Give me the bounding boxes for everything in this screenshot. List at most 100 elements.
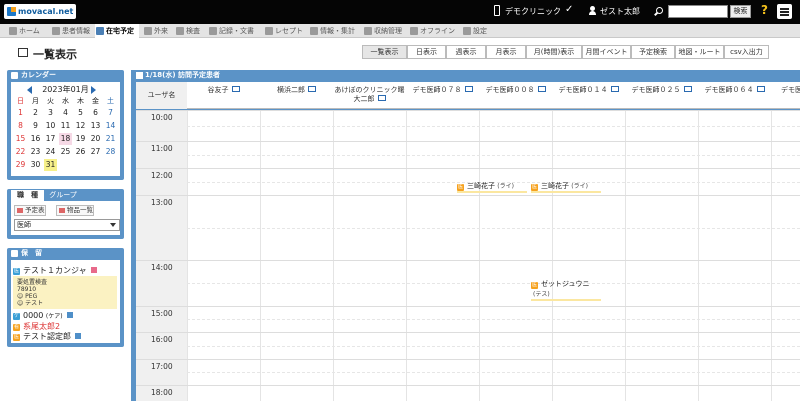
tab-month-events[interactable]: 月間イベント bbox=[582, 45, 631, 59]
calendar-day[interactable]: 2 bbox=[29, 107, 42, 119]
schedule-button[interactable]: 予定表 bbox=[14, 205, 46, 216]
calendar-day[interactable]: 10 bbox=[44, 120, 57, 132]
calendar-day[interactable]: 17 bbox=[44, 133, 57, 145]
items-icon bbox=[59, 208, 65, 213]
calendar-day[interactable]: 14 bbox=[104, 120, 117, 132]
calendar-day[interactable]: 25 bbox=[59, 146, 72, 158]
hold-header: 保 留 bbox=[7, 248, 124, 259]
next-month-icon[interactable] bbox=[91, 86, 96, 94]
doctor-column-header[interactable]: あけぼのクリニック曙 大二郎 bbox=[333, 82, 406, 109]
calendar-day[interactable]: 27 bbox=[89, 146, 102, 158]
nav-receipt[interactable]: レセプト bbox=[264, 24, 303, 38]
tab-day[interactable]: 日表示 bbox=[407, 45, 446, 59]
search-button[interactable]: 検索 bbox=[730, 5, 751, 18]
schedule-icon bbox=[17, 208, 23, 213]
nav-offline[interactable]: オフライン bbox=[409, 24, 455, 38]
doctor-column-header[interactable]: デモ医師００８ bbox=[479, 82, 552, 109]
nav-patient[interactable]: 患者情報 bbox=[51, 24, 90, 38]
nav-stats[interactable]: 情報・集計 bbox=[309, 24, 355, 38]
calendar-day[interactable]: 1 bbox=[14, 107, 27, 119]
tab-schedule-search[interactable]: 予定検索 bbox=[631, 45, 675, 59]
calendar-icon[interactable] bbox=[464, 86, 473, 92]
doctor-column-header[interactable]: 谷友子 bbox=[187, 82, 260, 109]
calendar-day[interactable]: 28 bbox=[104, 146, 117, 158]
tab-month-time[interactable]: 月(時間)表示 bbox=[526, 45, 582, 59]
checkmark-icon[interactable]: ✓ bbox=[565, 4, 573, 15]
calendar-icon[interactable] bbox=[683, 86, 692, 92]
tab-week[interactable]: 週表示 bbox=[446, 45, 486, 59]
help-icon[interactable]: ? bbox=[761, 3, 768, 17]
calendar-day[interactable]: 19 bbox=[74, 133, 87, 145]
logo[interactable]: movacal.net bbox=[4, 4, 76, 19]
calendar-day[interactable]: 4 bbox=[59, 107, 72, 119]
logo-icon bbox=[7, 7, 16, 16]
nav-home[interactable]: ホーム bbox=[8, 24, 40, 38]
tab-job[interactable]: 職 種 bbox=[11, 190, 44, 201]
tab-group[interactable]: グループ bbox=[45, 190, 81, 201]
calendar-day[interactable]: 11 bbox=[59, 120, 72, 132]
hold-item[interactable]: 医テスト認定郎 bbox=[13, 331, 81, 342]
calendar-icon[interactable] bbox=[231, 86, 240, 92]
nav-payment[interactable]: 収納管理 bbox=[363, 24, 402, 38]
calendar-day[interactable]: 23 bbox=[29, 146, 42, 158]
hold-item[interactable]: ケ 0000 (ケア) bbox=[13, 311, 73, 320]
calendar-day[interactable]: 15 bbox=[14, 133, 27, 145]
nav-settings[interactable]: 設定 bbox=[462, 24, 487, 38]
calendar-day[interactable]: 26 bbox=[74, 146, 87, 158]
calendar-icon[interactable] bbox=[537, 86, 546, 92]
job-select[interactable]: 医師 bbox=[14, 219, 120, 231]
calendar-day[interactable]: 5 bbox=[74, 107, 87, 119]
tab-list[interactable]: 一覧表示 bbox=[362, 45, 407, 59]
items-list-button[interactable]: 物品一覧 bbox=[56, 205, 94, 216]
calendar-day[interactable]: 7 bbox=[104, 107, 117, 119]
calendar-day[interactable]: 13 bbox=[89, 120, 102, 132]
calendar-month: 2023年01月 bbox=[42, 85, 89, 94]
calendar-day[interactable]: 9 bbox=[29, 120, 42, 132]
job-panel: 職 種 グループ 予定表 物品一覧 医師 bbox=[7, 189, 124, 239]
hour-line bbox=[136, 141, 800, 142]
schedule-event[interactable]: 医ゼットジュウニ (テス) bbox=[531, 279, 601, 301]
weekday-header: 日 bbox=[17, 97, 24, 105]
calendar-icon[interactable] bbox=[756, 86, 765, 92]
column-divider bbox=[187, 110, 188, 401]
search-input[interactable] bbox=[668, 5, 728, 18]
user-name[interactable]: ゼスト太郎 bbox=[600, 6, 640, 17]
calendar-day[interactable]: 3 bbox=[44, 107, 57, 119]
doctor-column-header[interactable]: 横浜二郎 bbox=[260, 82, 333, 109]
doctor-column-header[interactable]: デモ医師０６ bbox=[771, 82, 800, 109]
doctor-column-header[interactable]: デモ医師０１４ bbox=[552, 82, 625, 109]
tab-map-route[interactable]: 地図・ルート bbox=[675, 45, 724, 59]
calendar-day[interactable]: 20 bbox=[89, 133, 102, 145]
doctor-column-header[interactable]: デモ医師０７８ bbox=[406, 82, 479, 109]
calendar-day[interactable]: 31 bbox=[44, 159, 57, 171]
tab-csv[interactable]: csv入出力 bbox=[724, 45, 769, 59]
calendar-icon[interactable] bbox=[610, 86, 619, 92]
schedule-grid[interactable]: 10:00 11:00 12:00 13:00 14:00 15:00 16:00 17:00… bbox=[136, 110, 800, 401]
hold-item[interactable]: 医テスト１カンジャ bbox=[13, 265, 97, 276]
calendar-icon[interactable] bbox=[377, 95, 386, 101]
calendar-day[interactable]: 16 bbox=[29, 133, 42, 145]
clinic-name[interactable]: デモクリニック bbox=[505, 6, 561, 17]
calendar-day[interactable]: 12 bbox=[74, 120, 87, 132]
doctor-column-header[interactable]: デモ医師０２５ bbox=[625, 82, 698, 109]
schedule-event[interactable]: 医三崎花子 (ライ) bbox=[531, 181, 601, 193]
doctor-badge-icon: 医 bbox=[531, 282, 538, 289]
calendar-day[interactable]: 8 bbox=[14, 120, 27, 132]
calendar-day[interactable]: 21 bbox=[104, 133, 117, 145]
calendar-icon[interactable] bbox=[308, 86, 316, 92]
nav-document[interactable]: 記録・文書 bbox=[208, 24, 254, 38]
calendar-day[interactable]: 22 bbox=[14, 146, 27, 158]
nav-outpatient[interactable]: 外来 bbox=[143, 24, 168, 38]
menu-icon[interactable] bbox=[777, 4, 792, 19]
calendar-day[interactable]: 18 bbox=[59, 133, 72, 145]
nav-test[interactable]: 検査 bbox=[175, 24, 200, 38]
calendar-day[interactable]: 24 bbox=[44, 146, 57, 158]
tab-month[interactable]: 月表示 bbox=[486, 45, 526, 59]
doctor-column-header[interactable]: デモ医師０６４ bbox=[698, 82, 771, 109]
calendar-day[interactable]: 6 bbox=[89, 107, 102, 119]
calendar-day[interactable]: 29 bbox=[14, 159, 27, 171]
schedule-event[interactable]: 医三崎花子 (ライ) bbox=[457, 181, 527, 193]
nav-home-visit[interactable]: 在宅予定 bbox=[95, 24, 139, 38]
calendar-day[interactable]: 30 bbox=[29, 159, 42, 171]
column-divider bbox=[406, 110, 407, 401]
